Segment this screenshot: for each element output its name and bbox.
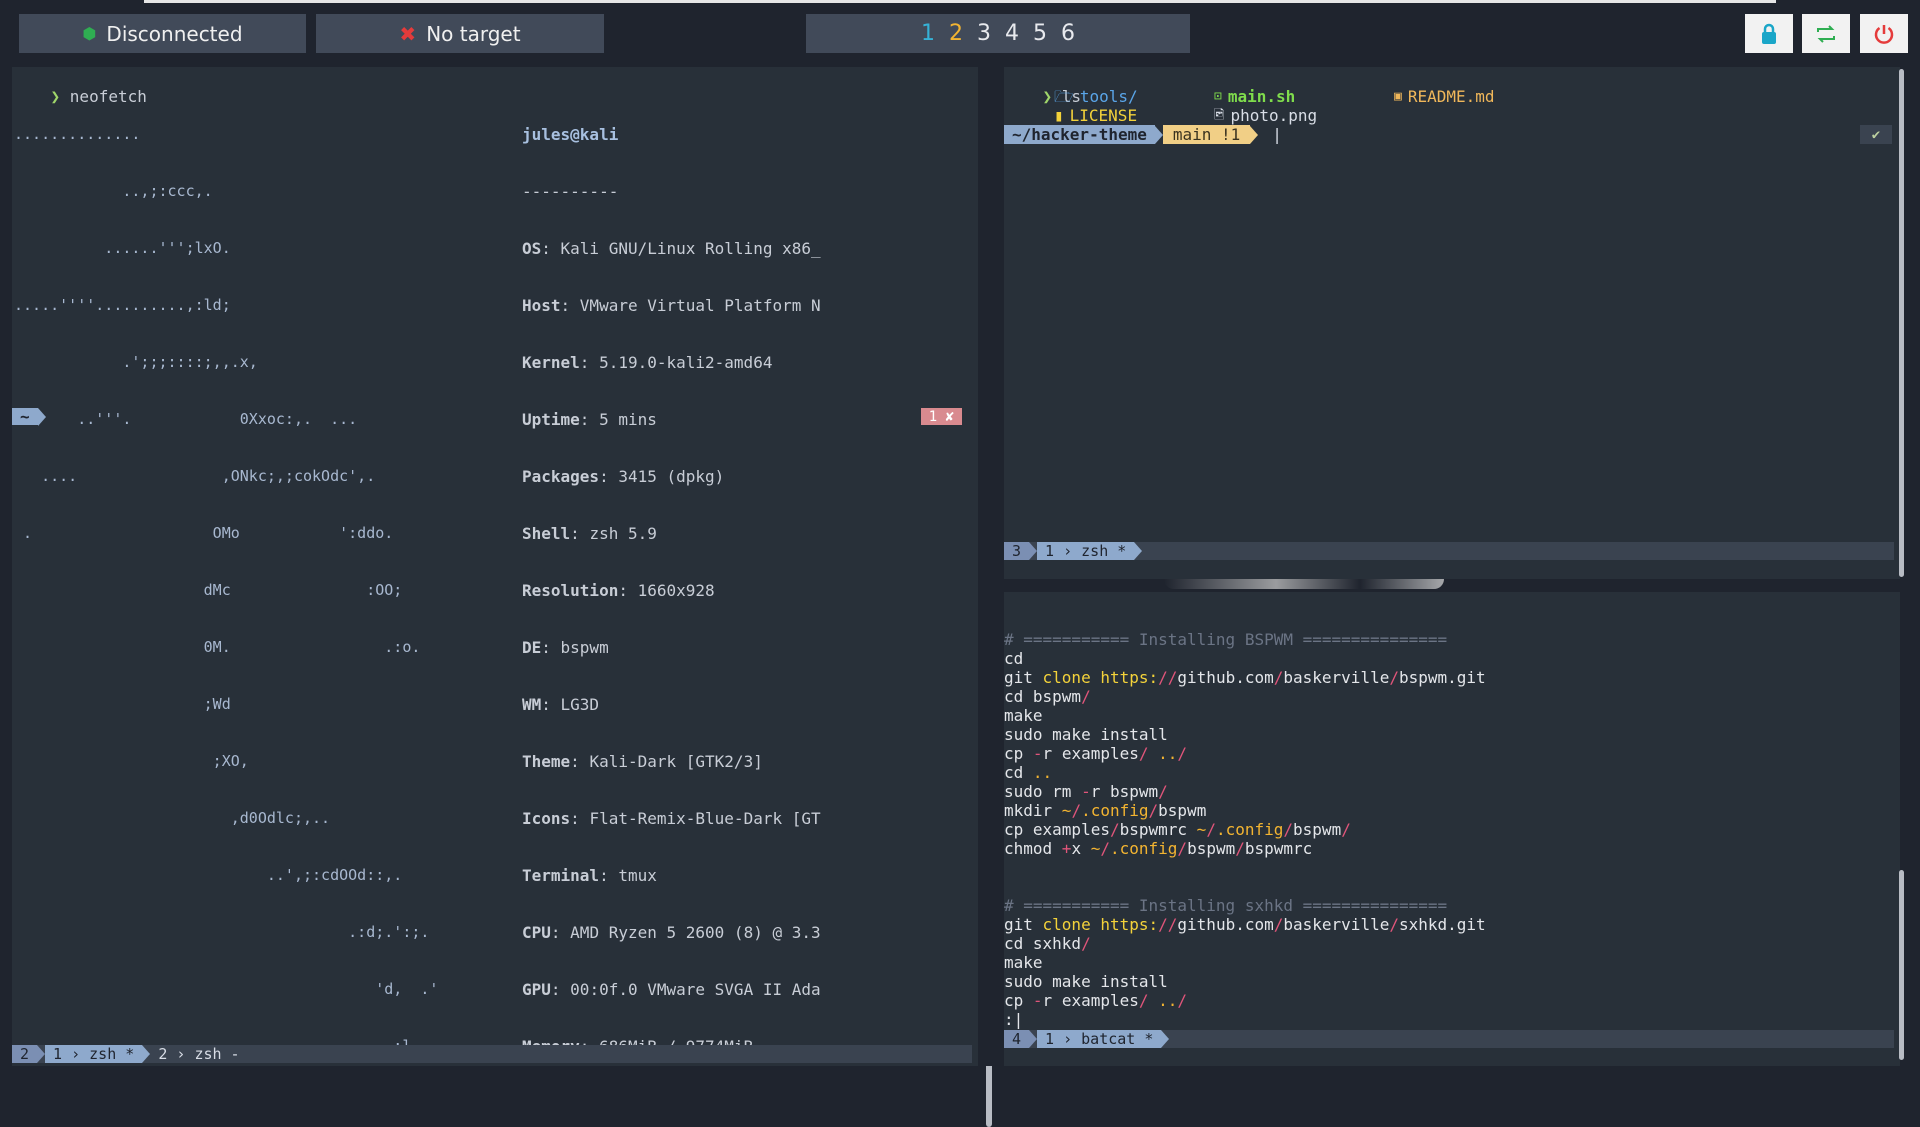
- lock-button[interactable]: [1745, 14, 1793, 53]
- workspace-3[interactable]: 3: [977, 21, 991, 46]
- ascii-line: ;XO,: [14, 752, 249, 770]
- pane-divider[interactable]: [978, 67, 1004, 1066]
- tmux-status-bar: 2 1 › zsh * 2 › zsh -: [12, 1045, 972, 1063]
- cube-icon: ⬢: [82, 24, 97, 43]
- powerline-prompt: ~/hacker-theme main !1 |: [1004, 125, 1282, 144]
- info-separator: ----------: [522, 182, 619, 201]
- ls-entry-exec: ⊡ main.sh: [1214, 87, 1296, 106]
- target-label: No target: [426, 21, 521, 46]
- tmux-window-2[interactable]: 2 › zsh -: [150, 1045, 248, 1063]
- neofetch-info: jules@kali ---------- OS: Kali GNU/Linux…: [522, 87, 821, 1094]
- info-row: WM: LG3D: [522, 695, 600, 714]
- ascii-line: ..............: [14, 125, 141, 143]
- terminal-file-icon: ⊡: [1214, 89, 1222, 104]
- ascii-line: .';;;::::;,,.x,: [14, 353, 258, 371]
- sync-icon: [1817, 24, 1835, 43]
- terminal-pane-right-bottom[interactable]: # =========== Installing BSPWM =========…: [1004, 592, 1904, 1066]
- tmux-status-bar: 3 1 › zsh *: [1004, 542, 1894, 560]
- target-pill[interactable]: ✖ No target: [316, 14, 604, 53]
- workspace-switcher: 1 2 3 4 5 6: [806, 14, 1190, 53]
- info-row: GPU: 00:0f.0 VMware SVGA II Ada: [522, 980, 821, 999]
- ascii-line: .....''''..........,:ld;: [14, 296, 231, 314]
- code-view: # =========== Installing BSPWM =========…: [1004, 630, 1486, 1010]
- connection-status-label: Disconnected: [106, 21, 243, 46]
- exit-code-badge: 1 ✘: [920, 408, 962, 425]
- info-row: Shell: zsh 5.9: [522, 524, 657, 543]
- tmux-session: 3: [1004, 542, 1030, 560]
- ascii-line: .:d;.':;.: [14, 923, 430, 941]
- tmux-window-1[interactable]: 1 › zsh *: [1037, 542, 1135, 560]
- cross-icon: ✖: [399, 21, 417, 46]
- workspace-5[interactable]: 5: [1033, 21, 1047, 46]
- workspace-4[interactable]: 4: [1005, 21, 1019, 46]
- ls-entry-image: 🖻 photo.png: [1214, 106, 1318, 125]
- pager-prompt[interactable]: :|: [1004, 1010, 1023, 1029]
- cursor: |: [1272, 125, 1282, 144]
- info-row: Icons: Flat-Remix-Blue-Dark [GT: [522, 809, 821, 828]
- terminal-pane-right-top[interactable]: ❯ ls 🗁 tools/ ⊡ main.sh ▣ README.md ▮ LI…: [1004, 67, 1904, 579]
- scrollbar[interactable]: [1899, 870, 1904, 1060]
- success-check-badge: ✔: [1860, 125, 1892, 144]
- scrollbar[interactable]: [1899, 69, 1904, 577]
- prompt-git-branch: main !1: [1162, 125, 1251, 144]
- workspace-2[interactable]: 2: [949, 21, 963, 46]
- user-host: jules@kali: [522, 125, 619, 144]
- tmux-window-1[interactable]: 1 › zsh *: [45, 1045, 143, 1063]
- ascii-line: .... ,ONkc;,;cokOdc',.: [14, 467, 376, 485]
- tmux-session: 4: [1004, 1030, 1030, 1048]
- top-bar: ⬢ Disconnected ✖ No target 1 2 3 4 5 6: [0, 0, 1920, 66]
- top-accent-line: [144, 0, 1776, 3]
- ascii-line: ......''';lxO.: [14, 239, 231, 257]
- tmux-status-bar: 4 1 › batcat *: [1004, 1030, 1894, 1048]
- ls-entry-dir: 🗁 tools/: [1054, 87, 1138, 106]
- ascii-line: 0M. .:o.: [14, 638, 421, 656]
- ascii-line: dMc :OO;: [14, 581, 403, 599]
- ascii-line: ..,;:ccc,.: [14, 182, 213, 200]
- folder-icon: 🗁: [1054, 87, 1074, 106]
- info-row: Kernel: 5.19.0-kali2-amd64: [522, 353, 773, 372]
- file-icon: ▮: [1054, 106, 1064, 125]
- info-row: Theme: Kali-Dark [GTK2/3]: [522, 752, 763, 771]
- info-row: Uptime: 5 mins: [522, 410, 657, 429]
- ascii-line: . OMo ':ddo.: [14, 524, 394, 542]
- wallpaper-peek: [1164, 579, 1444, 589]
- info-row: Resolution: 1660x928: [522, 581, 715, 600]
- sync-button[interactable]: [1802, 14, 1850, 53]
- info-row: Packages: 3415 (dpkg): [522, 467, 725, 486]
- ls-entry-doc: ▣ README.md: [1394, 87, 1495, 106]
- workspace-6[interactable]: 6: [1061, 21, 1075, 46]
- info-row: Terminal: tmux: [522, 866, 657, 885]
- info-row: Host: VMware Virtual Platform N: [522, 296, 821, 315]
- power-button[interactable]: [1860, 14, 1908, 53]
- tmux-window-1[interactable]: 1 › batcat *: [1037, 1030, 1162, 1048]
- prompt-dir: ~/hacker-theme: [1004, 125, 1155, 144]
- lock-icon: [1762, 23, 1776, 44]
- workspace-1[interactable]: 1: [921, 21, 935, 46]
- markdown-icon: ▣: [1394, 89, 1402, 104]
- info-row: OS: Kali GNU/Linux Rolling x86_: [522, 239, 821, 258]
- terminal-pane-left[interactable]: ❯ neofetch .............. ..,;:ccc,. ...…: [12, 67, 992, 1127]
- connection-status-pill[interactable]: ⬢ Disconnected: [19, 14, 306, 53]
- tmux-session: 2: [12, 1045, 38, 1063]
- info-row: CPU: AMD Ryzen 5 2600 (8) @ 3.3: [522, 923, 821, 942]
- ascii-line: 'd, .': [14, 980, 439, 998]
- ascii-line: ;Wd: [14, 695, 231, 713]
- pane-split-bar[interactable]: [1004, 579, 1900, 592]
- power-icon: [1874, 24, 1894, 44]
- ascii-line: ,d0Odlc;,..: [14, 809, 331, 827]
- image-file-icon: 🖻: [1214, 108, 1225, 123]
- info-row: DE: bspwm: [522, 638, 609, 657]
- home-prompt-badge: ~: [12, 407, 46, 426]
- ascii-line: ..'''. 0Xxoc:,. ...: [14, 410, 358, 428]
- ls-entry-file: ▮ LICENSE: [1054, 106, 1138, 125]
- ascii-line: ..',;:cdOOd::,.: [14, 866, 403, 884]
- neofetch-ascii-logo: .............. ..,;:ccc,. ......''';lxO.…: [14, 87, 457, 1094]
